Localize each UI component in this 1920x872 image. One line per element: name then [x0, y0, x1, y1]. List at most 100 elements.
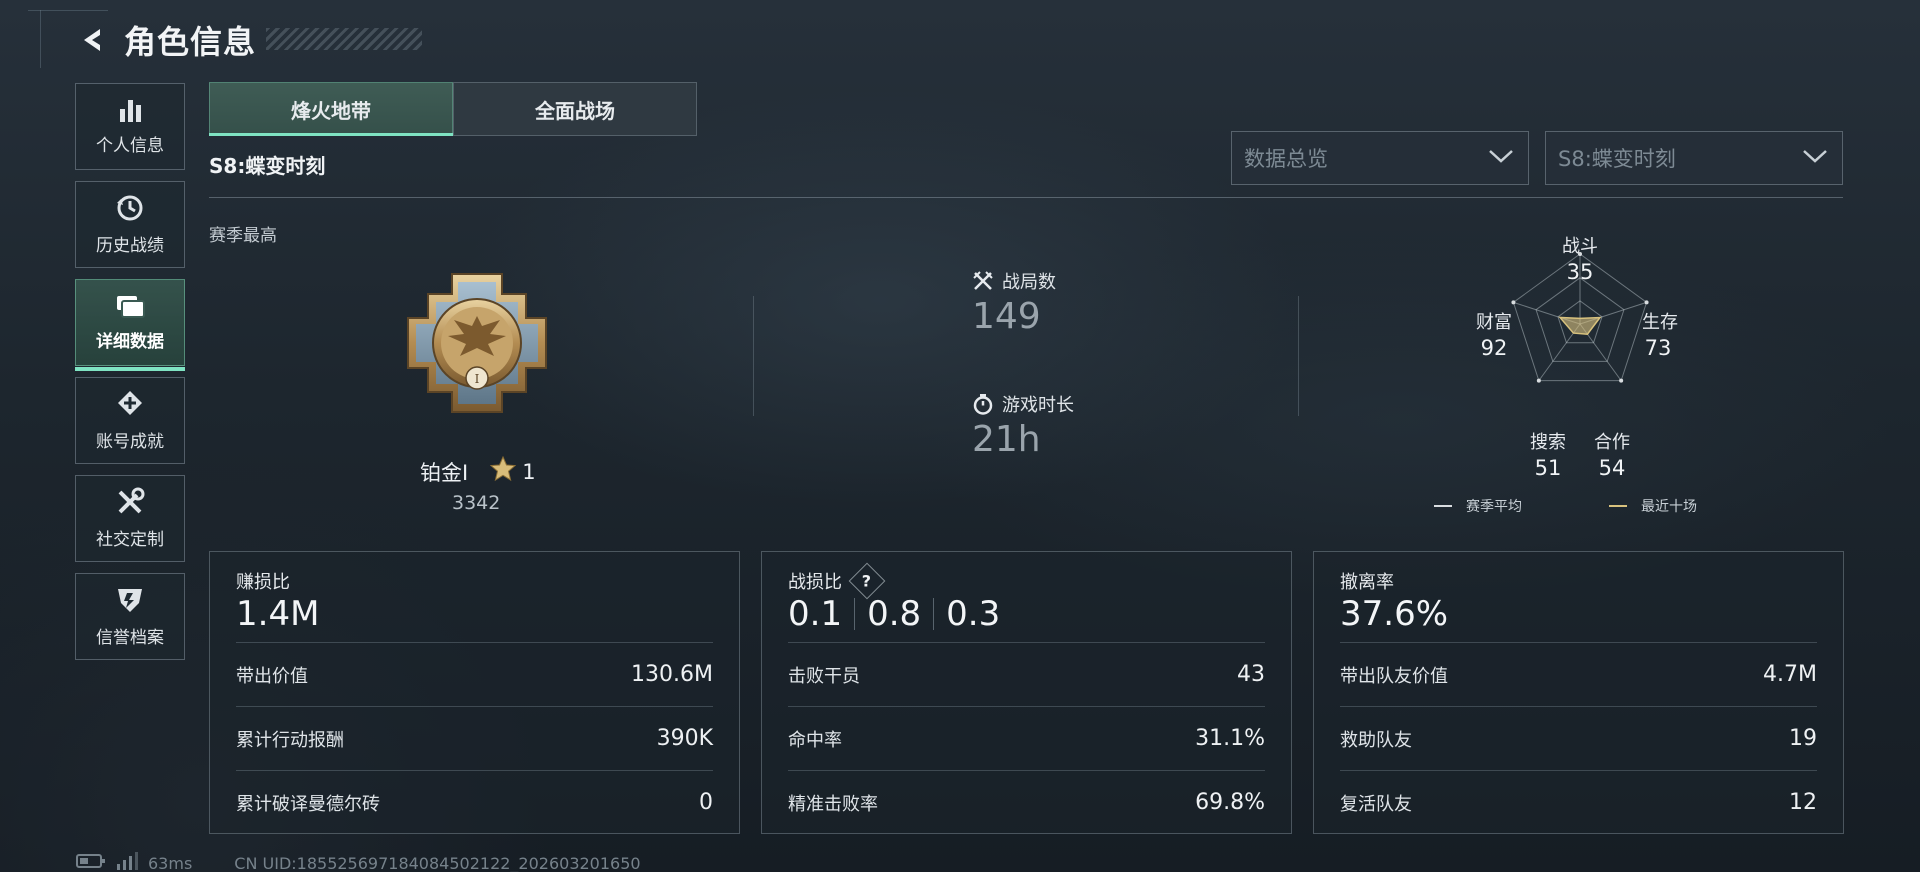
playtime-stat: 游戏时长 21h: [972, 391, 1074, 460]
ability-radar: 战斗 35 生存 73 合作 54 搜索 51 财富 92: [1410, 224, 1750, 524]
list-item: 复活队友 12: [1340, 770, 1817, 834]
uid-text: CN UID:18552569718408450212​2_2026032016…: [234, 853, 641, 872]
rank-stars: 1: [522, 459, 536, 484]
sidebar-item-social[interactable]: 社交定制: [75, 475, 185, 562]
radar-value-wealth: 92: [1480, 336, 1508, 360]
list-item: 精准击败率 69.8%: [788, 770, 1265, 834]
chevron-down-icon: [1488, 148, 1514, 168]
card-title: 撤离率: [1340, 572, 1394, 593]
list-item: 累计行动报酬 390K: [236, 706, 713, 770]
row-value: 130.6M: [631, 662, 713, 687]
radar-axis-dot: [1644, 300, 1649, 305]
sidebar-item-detailed-data[interactable]: 详细数据: [75, 279, 185, 371]
radar-value-cooperation: 54: [1598, 456, 1626, 480]
radar-axis-dot: [1619, 378, 1624, 383]
list-item: 救助队友 19: [1340, 706, 1817, 770]
sidebar-item-achievements[interactable]: 账号成就: [75, 377, 185, 464]
sidebar-item-label: 个人信息: [96, 136, 164, 156]
card-main-values: 0.1 0.8 0.3: [788, 594, 1000, 634]
card-main-value: 1.4M: [236, 594, 320, 634]
playtime-value: 21h: [972, 419, 1041, 460]
sidebar-item-personal-info[interactable]: 个人信息: [75, 83, 185, 170]
kd-value-3: 0.3: [946, 594, 1001, 634]
battery-icon: [76, 853, 106, 872]
category-dropdown[interactable]: 数据总览: [1231, 131, 1529, 185]
kd-value-2: 0.8: [867, 594, 922, 634]
divider: [854, 598, 856, 630]
playtime-label: 游戏时长: [1002, 395, 1074, 416]
row-label: 精准击败率: [788, 793, 878, 815]
divider: [753, 296, 754, 416]
radar-value-survival: 73: [1644, 336, 1672, 360]
sidebar-item-label: 历史战绩: [96, 236, 164, 256]
card-main-value: 37.6%: [1340, 594, 1449, 634]
list-item: 带出价值 130.6M: [236, 642, 713, 706]
season-dropdown[interactable]: S8:蝶变时刻: [1545, 131, 1843, 185]
sidebar-item-label: 账号成就: [96, 432, 164, 452]
radar-value-search: 51: [1534, 456, 1562, 480]
tab-fire-zone[interactable]: 烽火地带: [209, 82, 453, 136]
legend-swatch: [1609, 505, 1627, 507]
stopwatch-icon: [972, 393, 994, 415]
back-arrow-icon[interactable]: [76, 23, 110, 57]
radar-axis-dot: [1511, 300, 1516, 305]
rank-medal-icon: I: [402, 268, 552, 418]
card-title-row: 战损比 ?: [788, 562, 886, 600]
sidebar-item-label: 社交定制: [96, 530, 164, 550]
section-label: 赛季最高: [209, 226, 277, 246]
status-bar: 63ms CN UID:18552569718408450212​2_20260…: [76, 852, 641, 872]
sidebar: 个人信息 历史战绩 详细数据 账号成就 社交定制 信誉档案: [75, 83, 185, 671]
ping-value: 63ms: [148, 853, 193, 872]
divider: [933, 598, 935, 630]
radar-label-combat: 战斗: [1562, 236, 1598, 257]
radar-series-recent-ten: [1558, 316, 1602, 335]
row-value: 31.1%: [1195, 726, 1265, 751]
star-icon: [489, 455, 517, 487]
sidebar-item-credit[interactable]: 信誉档案: [75, 573, 185, 660]
profit-card: 赚损比 1.4M 带出价值 130.6M 累计行动报酬 390K 累计破译曼德尔…: [209, 551, 740, 834]
matches-stat: 战局数 149: [972, 268, 1056, 337]
radar-axis-dot: [1536, 378, 1541, 383]
row-label: 带出价值: [236, 665, 308, 687]
achievement-icon: [115, 389, 145, 419]
svg-text:I: I: [475, 372, 480, 386]
row-value: 19: [1789, 726, 1817, 751]
mode-tabs: 烽火地带 全面战场: [209, 82, 697, 136]
row-value: 390K: [656, 726, 713, 751]
row-label: 击败干员: [788, 665, 860, 687]
history-clock-icon: [115, 193, 145, 223]
active-tab-indicator: [209, 133, 453, 136]
radar-label-search: 搜索: [1530, 432, 1566, 453]
sidebar-item-label: 详细数据: [96, 332, 164, 352]
radar-label-survival: 生存: [1642, 312, 1678, 333]
list-item: 击败干员 43: [788, 642, 1265, 706]
crossed-swords-icon: [972, 270, 994, 292]
radar-label-wealth: 财富: [1476, 312, 1512, 333]
combat-card: 战损比 ? 0.1 0.8 0.3 击败干员 43 命中率 31.1% 精准击败…: [761, 551, 1292, 834]
radar-value-combat: 35: [1566, 260, 1594, 284]
row-value: 12: [1789, 790, 1817, 815]
divider: [1298, 296, 1299, 416]
row-label: 命中率: [788, 729, 842, 751]
tab-full-battlefield[interactable]: 全面战场: [453, 82, 697, 136]
kd-value-1: 0.1: [788, 594, 843, 634]
sidebar-item-history[interactable]: 历史战绩: [75, 181, 185, 268]
legend-label: 赛季平均: [1466, 499, 1522, 515]
row-value: 4.7M: [1763, 662, 1817, 687]
chevron-down-icon: [1802, 148, 1828, 168]
legend-swatch: [1434, 505, 1452, 507]
row-label: 复活队友: [1340, 793, 1412, 815]
list-item: 命中率 31.1%: [788, 706, 1265, 770]
tools-icon: [115, 487, 145, 517]
row-label: 带出队友价值: [1340, 665, 1448, 687]
row-label: 救助队友: [1340, 729, 1412, 751]
header: 角色信息: [76, 18, 256, 62]
matches-label: 战局数: [1002, 272, 1056, 293]
row-label: 累计行动报酬: [236, 729, 344, 751]
rank-score: 3342: [452, 492, 501, 514]
row-value: 69.8%: [1195, 790, 1265, 815]
row-value: 0: [699, 790, 713, 815]
extract-card: 撤离率 37.6% 带出队友价值 4.7M 救助队友 19 复活队友 12: [1313, 551, 1844, 834]
rank-name: 铂金Ⅰ: [420, 460, 469, 485]
sidebar-item-label: 信誉档案: [96, 628, 164, 648]
